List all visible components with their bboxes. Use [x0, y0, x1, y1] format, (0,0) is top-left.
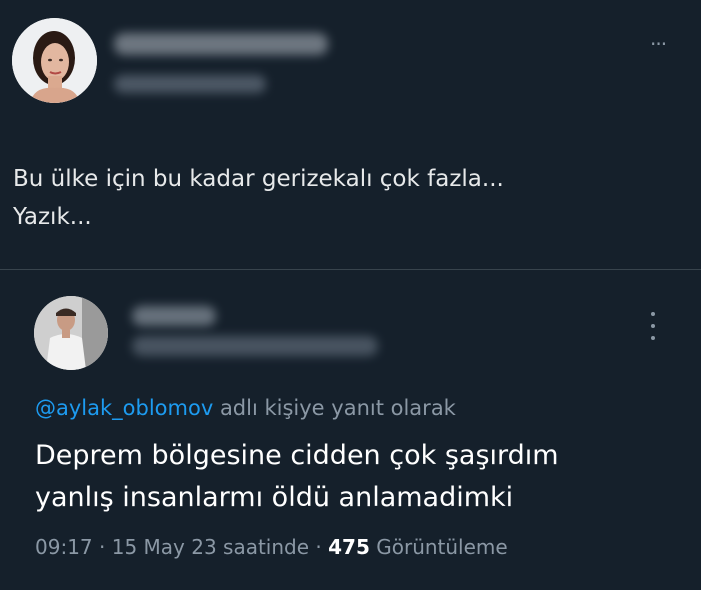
view-count-label: Görüntüleme: [376, 535, 508, 559]
author-name-blurred: [114, 33, 328, 55]
replying-to-handle-link[interactable]: @aylak_oblomov: [35, 396, 213, 420]
separator-dot: ·: [315, 535, 322, 559]
vertical-more-icon[interactable]: [648, 312, 658, 340]
tweet-text: Bu ülke için bu kadar gerizekalı çok faz…: [13, 166, 504, 230]
view-count: 475: [328, 535, 370, 559]
top-tweet: ··· Bu ülke için bu kadar gerizekalı çok…: [0, 0, 701, 270]
tweet-date[interactable]: 15 May 23 saatinde: [112, 535, 309, 559]
separator-dot: ·: [99, 535, 106, 559]
tweet-meta: 09:17 · 15 May 23 saatinde · 475 Görüntü…: [35, 535, 508, 559]
tweet-time[interactable]: 09:17: [35, 535, 93, 559]
reply-tweet-text: Deprem bölgesine cidden çok şaşırdım yan…: [35, 440, 559, 513]
author-avatar-reply[interactable]: [34, 296, 108, 370]
replying-to-suffix: adlı kişiye yanıt olarak: [213, 396, 456, 420]
author-avatar-top[interactable]: [12, 18, 97, 103]
replying-to: @aylak_oblomov adlı kişiye yanıt olarak: [35, 396, 456, 420]
more-options-icon[interactable]: ···: [650, 34, 682, 54]
reply-author-handle-blurred: [132, 336, 378, 356]
author-handle-blurred: [114, 75, 266, 93]
reply-author-name-blurred: [132, 306, 216, 326]
